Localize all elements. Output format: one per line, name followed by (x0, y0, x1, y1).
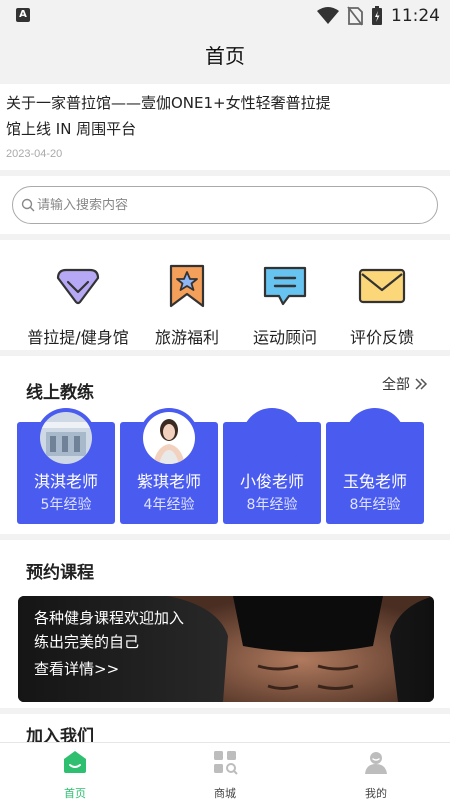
clock: 11:24 (391, 6, 440, 26)
category-label: 运动顾问 (252, 328, 317, 347)
category-pilates-gym[interactable]: 普拉提/健身馆 (22, 262, 134, 348)
status-icons: 11:24 (317, 5, 440, 27)
news-title[interactable]: 关于一家普拉馆——壹伽ONE1+女性轻奢普拉提馆上线 IN 周围平台 (6, 90, 336, 142)
category-feedback[interactable]: 评价反馈 (326, 262, 438, 348)
profile-icon (365, 752, 387, 774)
tab-label: 首页 (64, 787, 86, 800)
search-icon (21, 198, 35, 212)
banner-line1: 各种健身课程欢迎加入 (34, 609, 185, 627)
category-label: 旅游福利 (154, 328, 219, 347)
tab-profile[interactable]: 我的 (336, 749, 416, 800)
coach-name: 淇淇老师 (33, 472, 98, 491)
coach-name: 玉兔老师 (342, 472, 407, 491)
view-details-link[interactable]: 查看详情>> (34, 658, 119, 679)
coach-card[interactable]: 小俊老师 8年经验 (223, 408, 321, 524)
course-banner[interactable]: 各种健身课程欢迎加入 练出完美的自己 查看详情>> (18, 596, 434, 702)
tab-label: 我的 (365, 787, 387, 800)
category-grid: 普拉提/健身馆 旅游福利 运动顾问 评价反馈 (0, 240, 450, 350)
view-all-label: 全部 (382, 377, 410, 393)
search-input[interactable] (37, 197, 417, 213)
bottom-tab-bar: 首页 商城 我的 (0, 742, 450, 800)
course-section: 预约课程 各种健身课程欢迎加入 练出完美的自己 查看详情>> (0, 540, 450, 708)
category-travel[interactable]: 旅游福利 (131, 262, 243, 348)
chat-bubble-icon (263, 266, 307, 306)
coaches-section: 线上教练 全部 淇淇老师 5年经验 紫琪老师 4年经验 小俊老师 8年经验 玉兔… (0, 356, 450, 534)
avatar (143, 412, 195, 464)
search-bar[interactable] (12, 186, 438, 224)
coach-experience: 8年经验 (246, 497, 298, 513)
coach-name: 紫琪老师 (136, 472, 201, 491)
coach-card[interactable]: 淇淇老师 5年经验 (17, 408, 115, 524)
banner-line2: 练出完美的自己 (34, 633, 140, 651)
join-section: 加入我们 (0, 714, 450, 742)
battery-icon (372, 6, 382, 25)
coach-experience: 8年经验 (349, 497, 401, 513)
course-title: 预约课程 (26, 563, 94, 583)
category-label: 评价反馈 (349, 328, 414, 347)
coach-experience: 4年经验 (143, 497, 195, 513)
app-notification-icon: A (16, 8, 30, 22)
news-date: 2023-04-20 (6, 148, 63, 160)
tab-home[interactable]: 首页 (35, 749, 115, 800)
tab-label: 商城 (214, 787, 236, 800)
coaches-title: 线上教练 (26, 383, 94, 403)
envelope-icon (358, 268, 406, 304)
no-sim-icon (347, 6, 363, 26)
diamond-icon (56, 268, 100, 305)
news-item[interactable]: 关于一家普拉馆——壹伽ONE1+女性轻奢普拉提馆上线 IN 周围平台 2023-… (0, 84, 450, 170)
status-bar: A 11:24 (0, 0, 450, 30)
view-all-link[interactable]: 全部 (382, 374, 428, 394)
tab-mall[interactable]: 商城 (185, 749, 265, 800)
category-sports-advisor[interactable]: 运动顾问 (229, 262, 341, 348)
page-title: 首页 (0, 30, 450, 82)
search-section (0, 176, 450, 234)
grid-icon (214, 751, 238, 775)
coach-name: 小俊老师 (239, 472, 304, 491)
wifi-icon (317, 7, 339, 24)
star-ribbon-icon (169, 264, 205, 308)
double-chevron-right-icon (415, 378, 428, 390)
avatar (40, 412, 92, 464)
coach-card[interactable]: 紫琪老师 4年经验 (120, 408, 218, 524)
coach-card[interactable]: 玉兔老师 8年经验 (326, 408, 424, 524)
coach-experience: 5年经验 (40, 497, 92, 513)
home-icon (64, 751, 86, 773)
join-title: 加入我们 (26, 727, 94, 742)
category-label: 普拉提/健身馆 (27, 328, 129, 347)
